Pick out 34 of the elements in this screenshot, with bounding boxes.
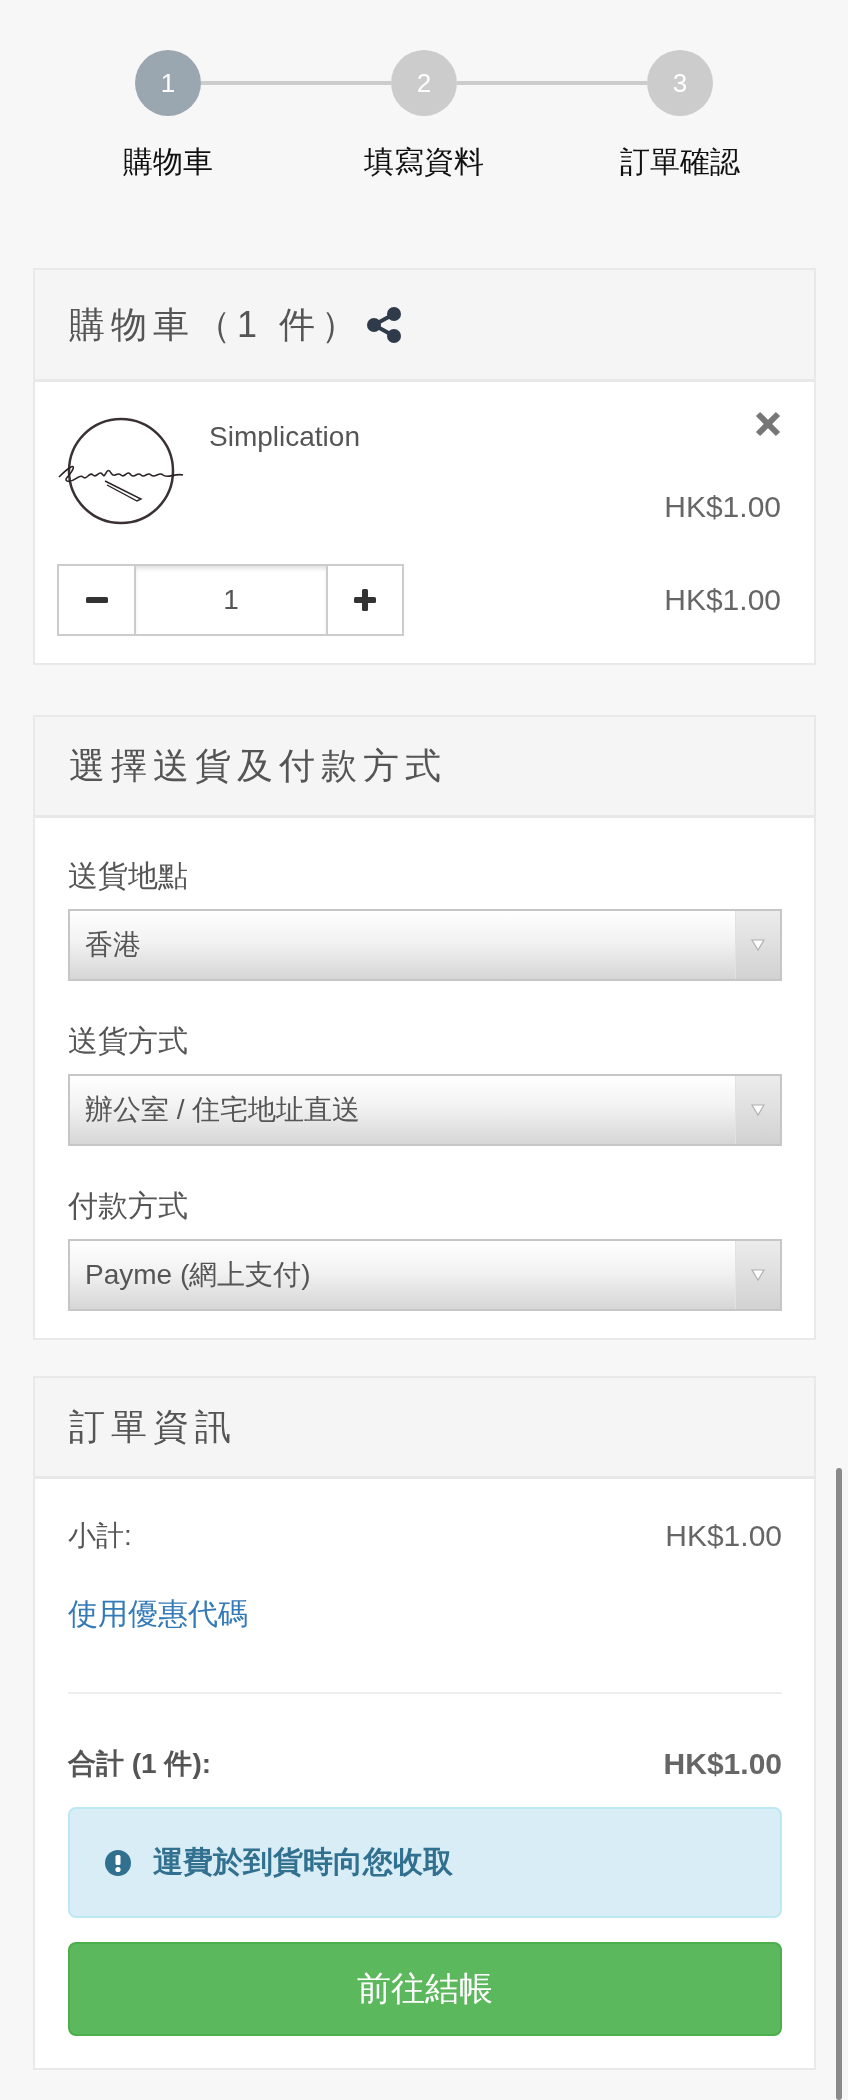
increase-button[interactable]: [326, 564, 404, 636]
coupon-link[interactable]: 使用優惠代碼: [68, 1596, 248, 1632]
dropdown-select[interactable]: Payme (網上支付): [68, 1239, 782, 1311]
step-indicator: 1: [135, 50, 201, 116]
dropdown-select[interactable]: 香港: [68, 909, 782, 981]
step-label: 購物車: [123, 144, 213, 180]
close-icon[interactable]: [755, 411, 781, 437]
exclamation-icon: [105, 1849, 131, 1876]
unit-price: HK$1.00: [664, 489, 781, 525]
field-label: 送貨方式: [68, 1023, 189, 1059]
decrease-button[interactable]: [57, 564, 136, 636]
share-icon[interactable]: [367, 306, 402, 343]
logo-icon: [57, 417, 185, 525]
dropdown-arrow-icon: [751, 939, 765, 951]
step-label: 訂單確認: [620, 144, 740, 180]
dropdown-arrow-icon: [751, 1104, 765, 1116]
product-name: Simplication: [209, 420, 360, 454]
minus-icon: [85, 597, 108, 603]
total-value: HK$1.00: [663, 1747, 782, 1781]
step-label: 填寫資料: [364, 144, 484, 180]
scrollbar-thumb[interactable]: [836, 1468, 842, 2100]
panel-title: 訂單資訊: [69, 1405, 237, 1449]
field-label: 送貨地點: [68, 858, 189, 894]
plus-icon: [354, 589, 376, 611]
dropdown-select[interactable]: 辦公室 / 住宅地址直送: [68, 1074, 782, 1146]
panel-title: 選擇送貨及付款方式: [69, 744, 447, 788]
subtotal-label: 小計:: [68, 1519, 132, 1553]
dropdown-arrow-icon: [751, 1269, 765, 1281]
line-total: HK$1.00: [664, 582, 781, 618]
total-label: 合計 (1 件):: [68, 1747, 212, 1781]
field-label: 付款方式: [68, 1188, 189, 1224]
panel-title: 購物車（1 件）: [69, 302, 364, 347]
notice-text: 運費於到貨時向您收取: [153, 1844, 453, 1880]
subtotal-value: HK$1.00: [665, 1519, 782, 1553]
